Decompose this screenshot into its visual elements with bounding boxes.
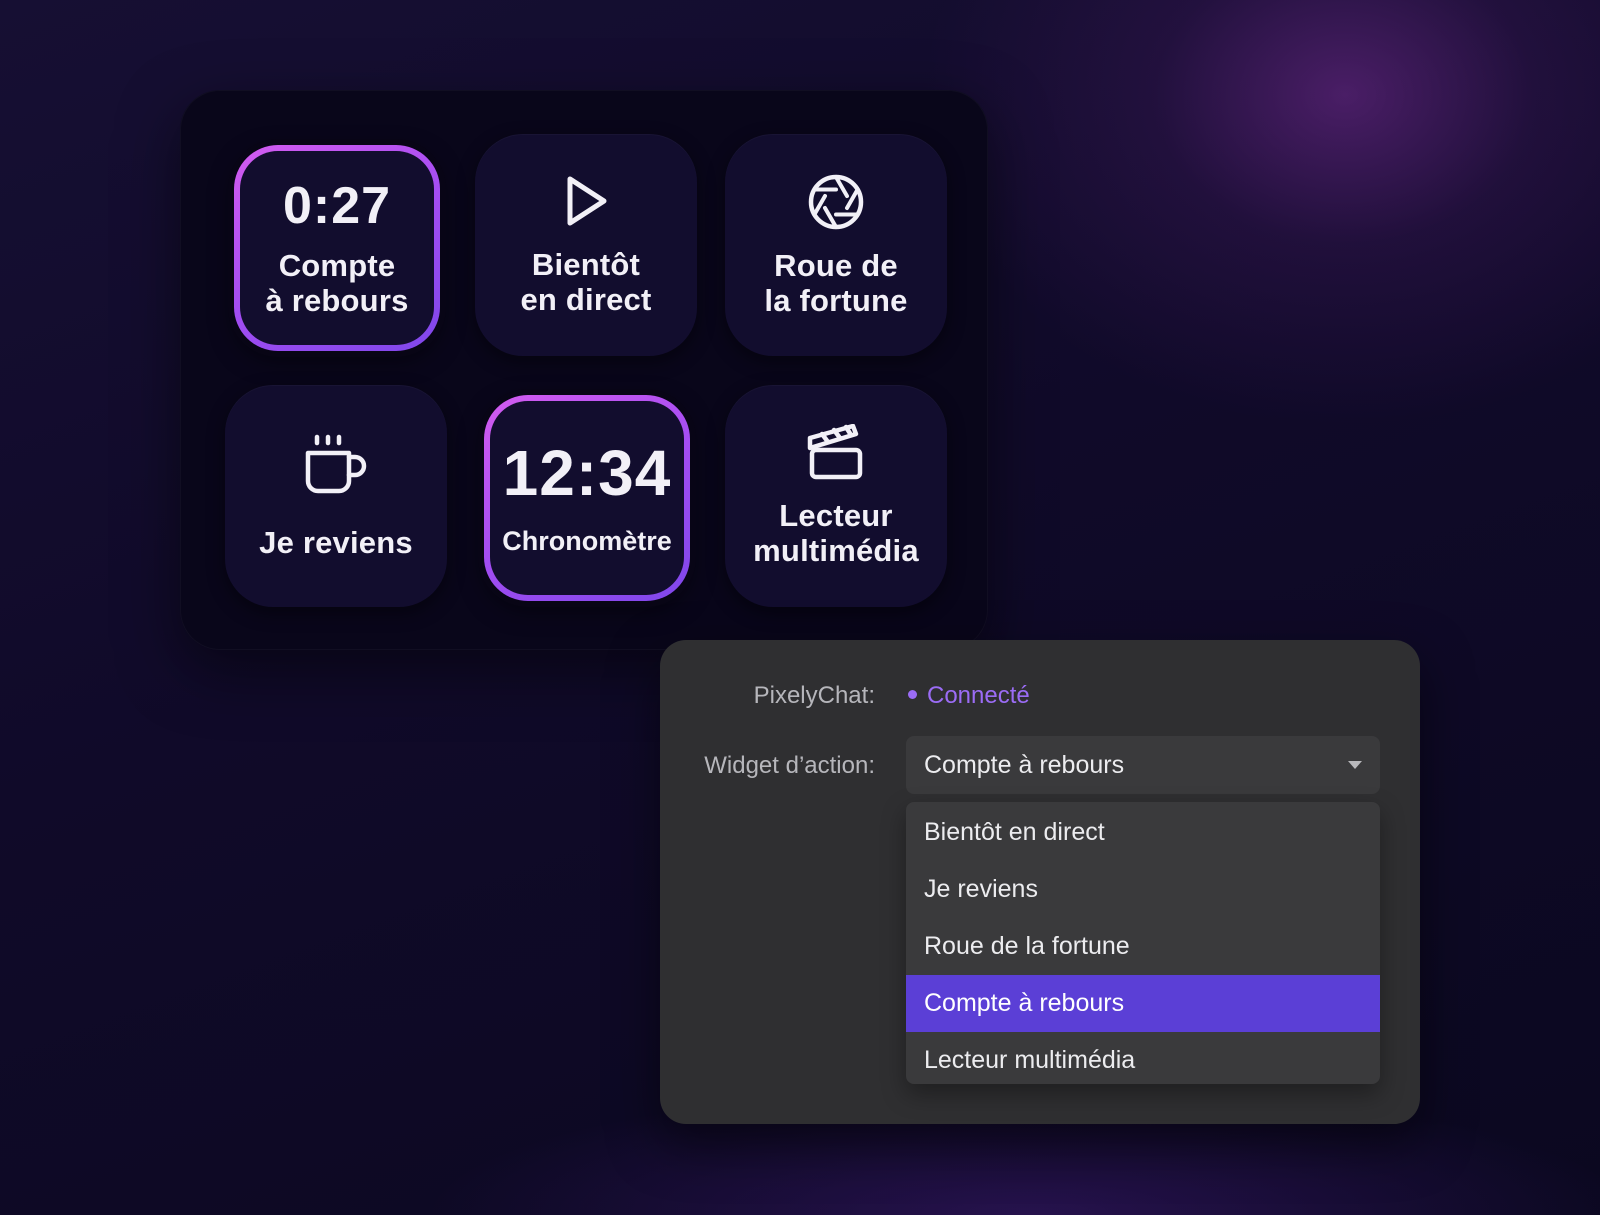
deck-key-be-right-back[interactable]: Je reviens — [225, 385, 447, 607]
widget-label: Widget d’action: — [704, 752, 875, 779]
play-icon — [567, 176, 607, 226]
dropdown-option-be-right-back[interactable]: Je reviens — [906, 861, 1380, 918]
deck-key-label-line2: la fortune — [764, 283, 908, 318]
status-text: Connecté — [927, 682, 1030, 709]
coffee-cup-icon — [305, 434, 367, 493]
deck-key-label: Chronomètre — [502, 526, 672, 556]
deck-key-label-line1: Bientôt — [531, 247, 641, 282]
deck-key-label-line1: Compte — [278, 248, 396, 283]
widget-select[interactable]: Compte à rebours — [906, 736, 1380, 794]
deck-key-media-player[interactable]: Lecteur multimédia — [725, 385, 947, 607]
dropdown-option-media-player[interactable]: Lecteur multimédia — [906, 1032, 1380, 1084]
deck-key-label: Je reviens — [259, 524, 413, 560]
clapperboard-icon — [807, 424, 863, 480]
deck-key-label-line2: à rebours — [265, 283, 409, 318]
connection-status: Connecté — [908, 682, 1030, 710]
widget-select-value: Compte à rebours — [924, 750, 1125, 779]
dropdown-option-wheel[interactable]: Roue de la fortune — [906, 918, 1380, 975]
deck-key-stopwatch[interactable]: 12:34 Chronomètre — [484, 395, 690, 601]
deck-key-label-line1: Lecteur — [779, 498, 893, 533]
chevron-down-icon — [1348, 761, 1362, 769]
dropdown-option-starting-soon[interactable]: Bientôt en direct — [906, 804, 1380, 861]
deck-key-label-line1: Roue de — [774, 248, 898, 283]
deck-key-label-line2: en direct — [520, 282, 652, 317]
aperture-icon — [808, 174, 864, 230]
stopwatch-time: 12:34 — [502, 437, 672, 509]
widget-dropdown-menu: Bientôt en direct Je reviens Roue de la … — [906, 802, 1380, 1084]
dropdown-option-countdown[interactable]: Compte à rebours — [906, 975, 1380, 1032]
service-label: PixelyChat: — [753, 682, 875, 709]
status-dot-icon — [908, 690, 917, 700]
deck-key-starting-soon[interactable]: Bientôt en direct — [475, 134, 697, 356]
deck-key-wheel[interactable]: Roue de la fortune — [725, 134, 947, 356]
settings-panel: PixelyChat: Connecté Widget d’action: Co… — [660, 640, 1420, 1124]
deck-key-countdown[interactable]: 0:27 Compte à rebours — [234, 145, 440, 351]
deck-key-label-line2: multimédia — [753, 533, 919, 568]
countdown-time: 0:27 — [282, 177, 392, 235]
